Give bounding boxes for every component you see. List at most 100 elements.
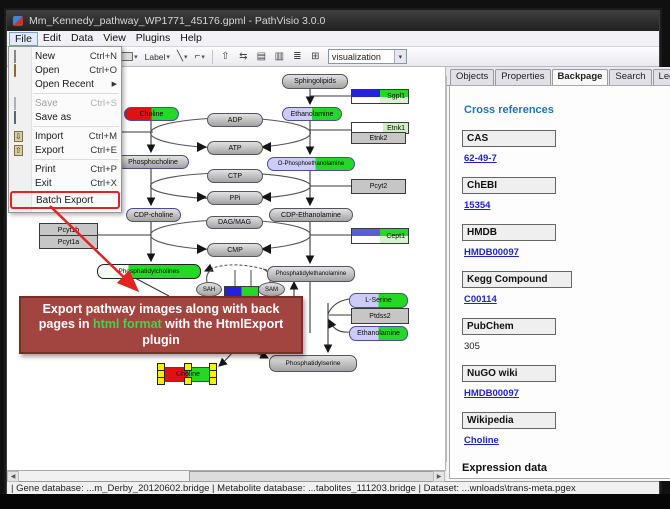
side-panel-tabs: Objects Properties Backpage Search Legen… [447, 67, 670, 86]
menu-bar: File Edit Data View Plugins Help [7, 31, 659, 47]
menu-item-save-as[interactable]: Save as [9, 110, 121, 124]
node-cmp[interactable]: CMP [207, 243, 263, 257]
node-choline[interactable]: Choline [124, 107, 179, 121]
tab-legend[interactable]: Legend [653, 69, 670, 85]
line-icon: ╲ [177, 52, 183, 62]
expression-data-heading: Expression data [462, 462, 670, 474]
tab-properties[interactable]: Properties [495, 69, 550, 85]
align-center-icon[interactable]: ⇧ [218, 51, 233, 62]
menu-plugins[interactable]: Plugins [131, 32, 175, 45]
tab-search[interactable]: Search [609, 69, 651, 85]
node-ppi[interactable]: PPi [207, 191, 263, 205]
chevron-down-icon[interactable]: ▾ [184, 53, 188, 61]
horizontal-scrollbar-thumb[interactable] [189, 471, 439, 482]
xref-value-pubchem: 305 [464, 341, 480, 352]
open-folder-icon [14, 65, 26, 76]
node-dag[interactable]: DAG/MAG [206, 216, 263, 229]
side-panel: Objects Properties Backpage Search Legen… [447, 67, 670, 481]
import-icon: ⇩ [14, 131, 26, 142]
node-sphingolipids[interactable]: Sphingolipids [282, 74, 348, 89]
scroll-right-icon[interactable]: ▶ [433, 471, 445, 482]
chevron-down-icon[interactable]: ▾ [166, 53, 170, 61]
menu-item-open-recent[interactable]: Open Recent ▶ [9, 77, 121, 91]
menu-separator [33, 159, 119, 160]
node-atp[interactable]: ATP [207, 141, 263, 155]
tab-backpage[interactable]: Backpage [552, 69, 609, 85]
align-middle-icon[interactable]: ⇆ [236, 51, 251, 62]
datanode-icon [120, 52, 133, 61]
menu-help[interactable]: Help [175, 32, 207, 45]
menu-separator [33, 126, 119, 127]
scroll-left-icon[interactable]: ◀ [7, 471, 19, 482]
menu-edit[interactable]: Edit [38, 32, 66, 45]
elbow-tool-button[interactable]: ⌐ ▾ [192, 49, 206, 64]
chevron-down-icon[interactable]: ▾ [394, 50, 406, 63]
selection-handle[interactable] [184, 363, 192, 371]
xref-link-chebi[interactable]: 15354 [464, 200, 490, 211]
node-ethanolamine-bottom[interactable]: Ethanolamine [349, 326, 408, 341]
node-cdp-ethanolamine[interactable]: CDP-Ethanolamine [269, 208, 353, 222]
xref-link-hmdb[interactable]: HMDB00097 [464, 247, 519, 258]
node-phosphatidylethanolamine[interactable]: Phosphatidylethanolamine [267, 266, 355, 282]
stack-horizontal-icon[interactable]: ≣ [290, 51, 305, 62]
node-l-serine[interactable]: L-Serine [349, 293, 408, 308]
menu-file[interactable]: File [9, 32, 38, 46]
node-sam[interactable]: SAM [258, 282, 285, 297]
xref-section-nugo: NuGO wiki [462, 365, 556, 382]
node-adp[interactable]: ADP [207, 113, 263, 127]
window-bottom-border [0, 494, 670, 509]
distribute-horizontal-icon[interactable]: ▤ [254, 51, 269, 62]
menu-item-exit[interactable]: Exit Ctrl+X [9, 176, 121, 190]
xref-link-cas[interactable]: 62-49-7 [464, 153, 497, 164]
annotation-callout: Export pathway images along with back pa… [19, 296, 303, 354]
node-o-phosphoethanolamine[interactable]: O-Phosphoethanolamine [267, 157, 355, 171]
node-sgpl1[interactable]: Sgpl1 [351, 89, 409, 104]
xref-link-nugo[interactable]: HMDB00097 [464, 388, 519, 399]
xref-link-wikipedia[interactable]: Choline [464, 435, 499, 446]
file-menu-dropdown: New Ctrl+N Open Ctrl+O Open Recent ▶ Sav… [8, 46, 122, 213]
node-etnk2[interactable]: Etnk2 [351, 132, 406, 144]
node-phosphatidylserine[interactable]: Phosphatidylserine [269, 355, 357, 372]
menu-item-batch-export[interactable]: Batch Export [10, 191, 120, 209]
menu-item-new[interactable]: New Ctrl+N [9, 49, 121, 63]
node-sah[interactable]: SAH [196, 282, 222, 297]
selection-handle[interactable] [157, 377, 165, 385]
xref-section-pubchem: PubChem [462, 318, 556, 335]
title-bar[interactable]: Mm_Kennedy_pathway_WP1771_45176.gpml - P… [7, 11, 659, 31]
node-phosphatidylcholines[interactable]: Phosphatidylcholines [97, 264, 201, 279]
menu-item-import[interactable]: ⇩ Import Ctrl+M [9, 129, 121, 143]
tab-objects[interactable]: Objects [450, 69, 494, 85]
selection-handle[interactable] [209, 377, 217, 385]
chevron-down-icon[interactable]: ▾ [201, 53, 205, 61]
menu-item-export[interactable]: ⇧ Export Ctrl+E [9, 143, 121, 157]
menu-item-open[interactable]: Open Ctrl+O [9, 63, 121, 77]
horizontal-scrollbar[interactable]: ◀ ▶ [7, 470, 445, 481]
submenu-arrow-icon: ▶ [112, 80, 117, 88]
xref-section-cas: CAS [462, 130, 556, 147]
xref-section-kegg: Kegg Compound [462, 271, 572, 288]
node-ethanolamine[interactable]: Ethanolamine [282, 107, 342, 121]
menu-data[interactable]: Data [66, 32, 98, 45]
node-ctp[interactable]: CTP [207, 169, 263, 183]
node-cept1[interactable]: Cept1 [351, 228, 409, 244]
line-tool-button[interactable]: ╲ ▾ [175, 49, 190, 64]
visualization-combobox[interactable]: visualization ▾ [328, 49, 407, 64]
node-cdp-choline[interactable]: CDP-choline [126, 208, 181, 222]
desktop-background: Mm_Kennedy_pathway_WP1771_45176.gpml - P… [0, 0, 670, 509]
xref-link-kegg[interactable]: C00114 [464, 294, 497, 305]
menu-item-save[interactable]: Save Ctrl+S [9, 96, 121, 110]
node-pcyt1a[interactable]: Pcyt1a [39, 235, 98, 249]
node-pcyt2[interactable]: Pcyt2 [351, 179, 406, 194]
selection-handle[interactable] [184, 377, 192, 385]
distribute-vertical-icon[interactable]: ▥ [272, 51, 287, 62]
add-label-button[interactable]: Label ▾ [143, 49, 172, 64]
node-phosphocholine[interactable]: Phosphocholine [117, 155, 189, 169]
chevron-down-icon[interactable]: ▾ [134, 53, 138, 61]
toolbar-separator [212, 50, 213, 64]
export-icon: ⇧ [14, 145, 26, 156]
stack-vertical-icon[interactable]: ⊞ [308, 51, 323, 62]
menu-item-print[interactable]: Print Ctrl+P [9, 162, 121, 176]
backpage-panel: Cross references CAS 62-49-7 ChEBI 15354… [449, 85, 670, 479]
menu-view[interactable]: View [98, 32, 131, 45]
node-ptdss2[interactable]: Ptdss2 [351, 308, 409, 324]
